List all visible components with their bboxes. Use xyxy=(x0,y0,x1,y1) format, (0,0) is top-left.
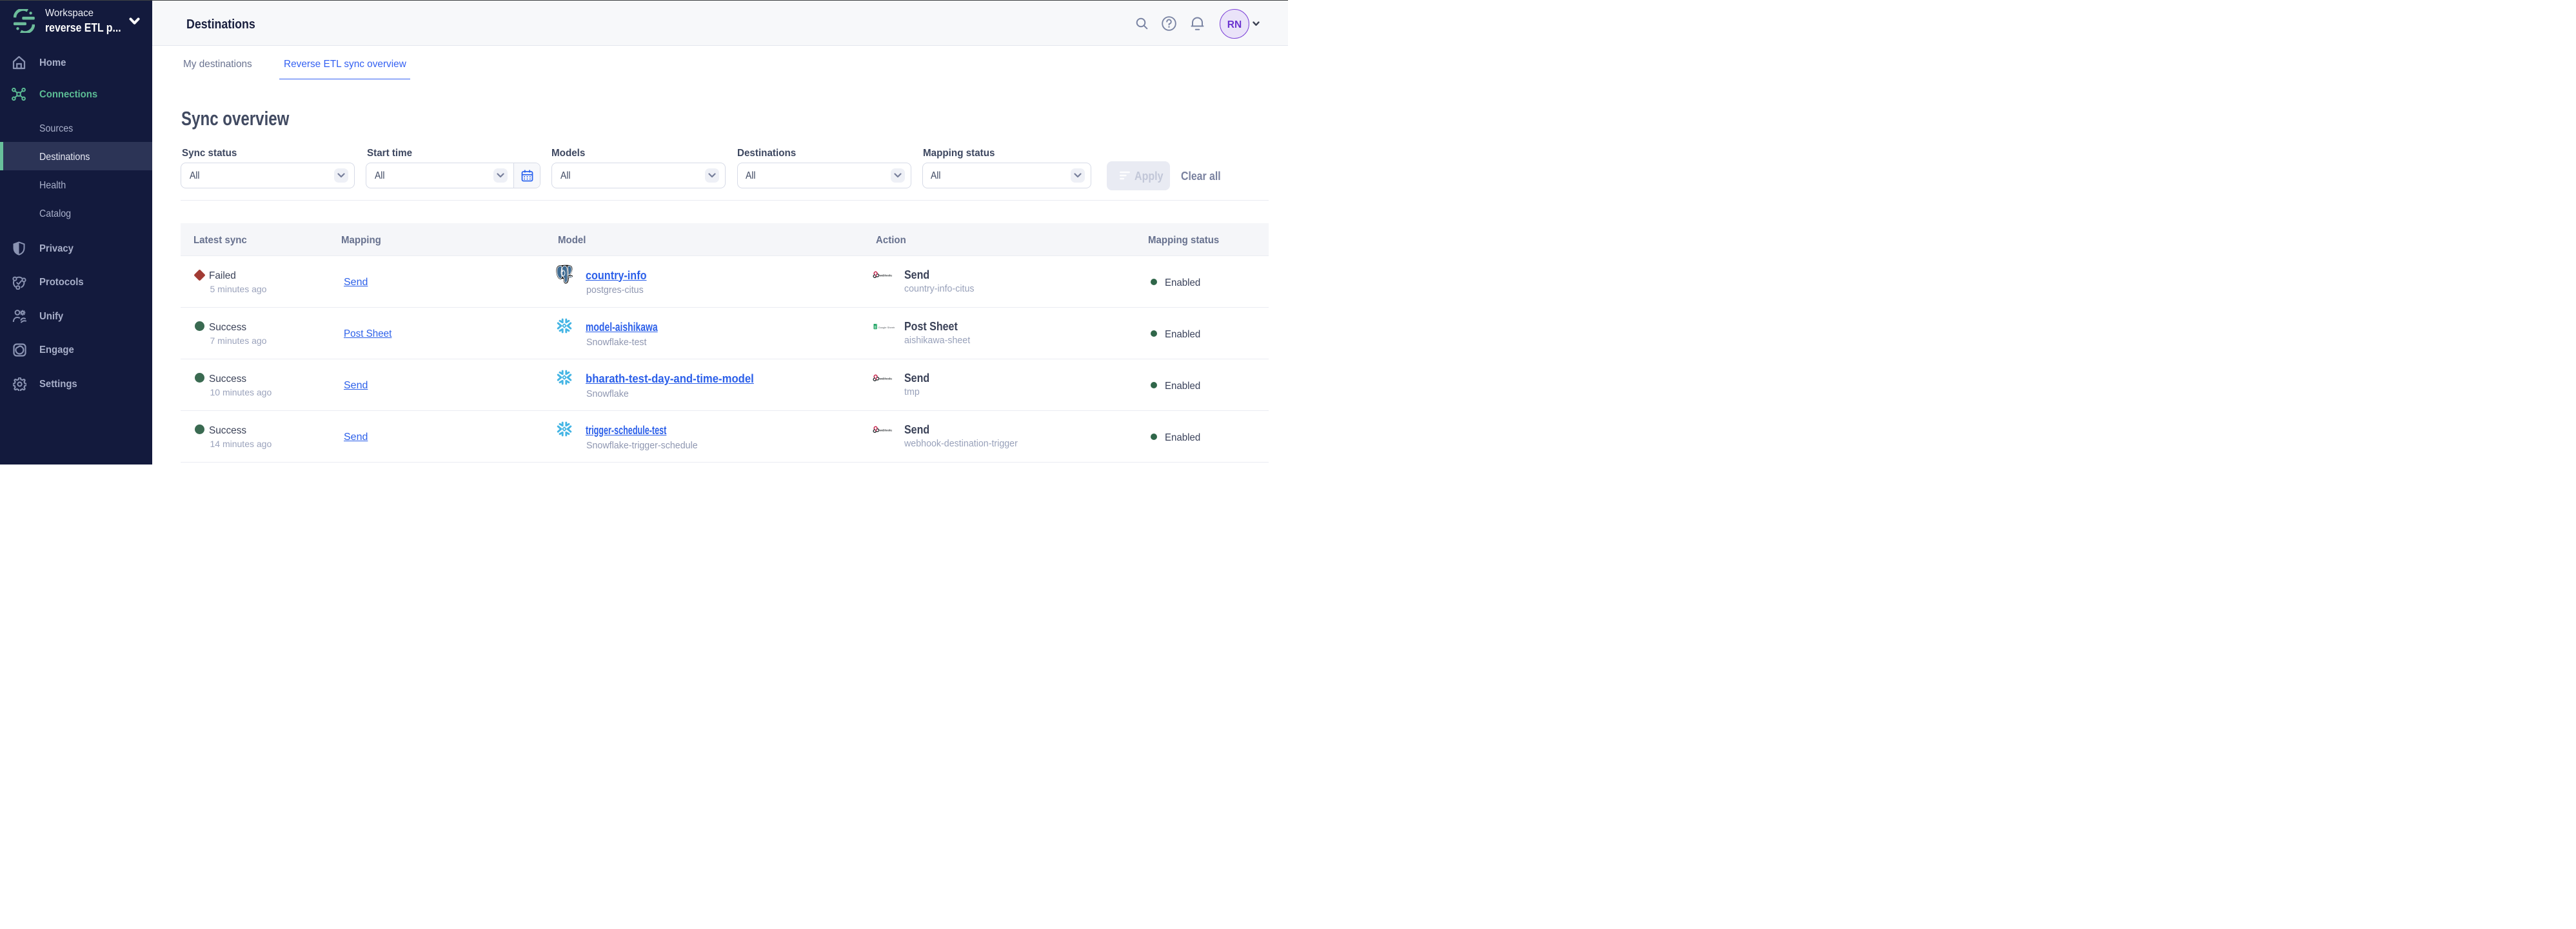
svg-text:webhooks: webhooks xyxy=(879,377,892,381)
svg-text:webhooks: webhooks xyxy=(879,274,892,277)
svg-text:Google Sheets: Google Sheets xyxy=(878,326,895,329)
svg-text:webhooks: webhooks xyxy=(879,429,892,432)
